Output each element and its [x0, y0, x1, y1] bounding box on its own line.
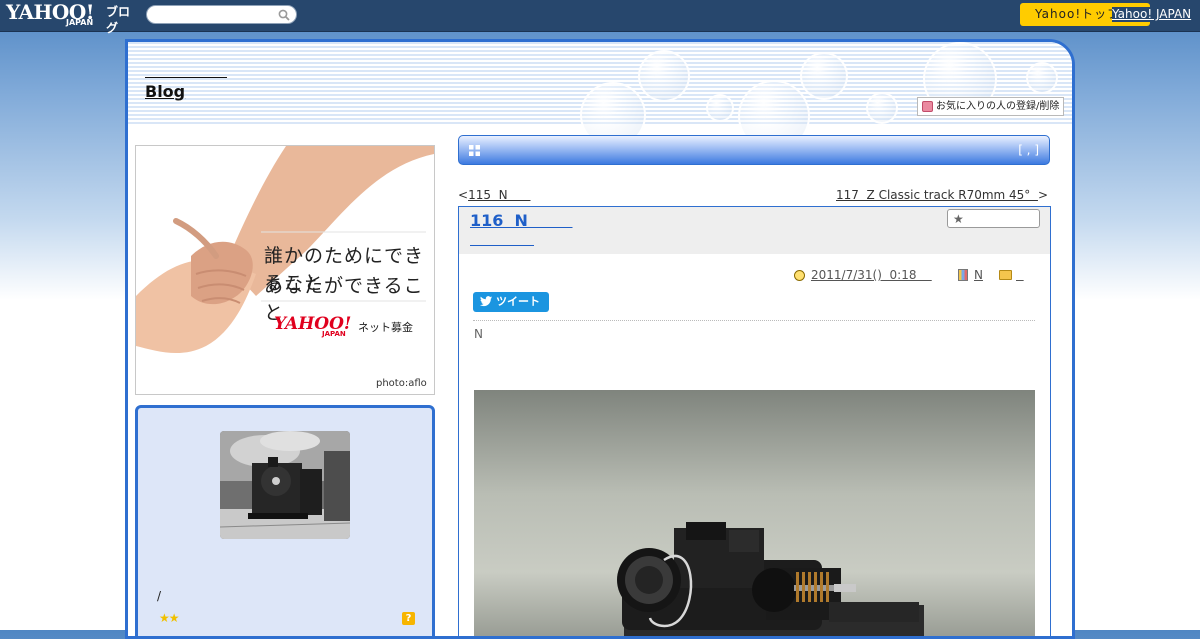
tweet-button[interactable]: ツイート	[473, 292, 549, 312]
article-title[interactable]: 116 N	[470, 210, 573, 232]
model-motor-photo[interactable]	[474, 390, 1035, 636]
prev-marker: <	[458, 188, 469, 202]
profile-text: /	[157, 589, 162, 603]
donation-ad-banner[interactable]: 誰かのためにできること あなたができること YAHOO! JAPAN ネット募金…	[135, 145, 435, 395]
bubble-decoration	[800, 52, 848, 100]
logo-japan: JAPAN	[66, 18, 94, 27]
search-icon[interactable]	[278, 9, 290, 21]
favorite-register-button[interactable]: お気に入りの人の登録/削除	[917, 97, 1064, 116]
logo-service-name: ブログ	[106, 5, 131, 35]
ad-photo-credit: photo:aflo	[376, 378, 427, 389]
yahoo-blog-logo[interactable]: YAHOO! JAPAN ブログ	[6, 1, 141, 35]
profile-star-rating: ★★	[159, 611, 179, 625]
prev-article-nav: <115 N	[458, 188, 530, 203]
tweet-label: ツイート	[496, 295, 540, 308]
article: 116 N ★ 2011/7/31() 0:18 N ツイート N	[458, 206, 1051, 636]
help-icon[interactable]: ?	[402, 612, 415, 625]
ad-yahoo-japan: JAPAN	[322, 330, 346, 338]
masthead: YAHOO! JAPAN ブログ Yahoo!トップ Yahoo! JAPAN	[0, 0, 1200, 35]
bubble-decoration	[1026, 62, 1058, 94]
blog-header: Blog お気に入りの人の登録/削除	[128, 42, 1072, 152]
separator	[473, 320, 1035, 321]
section-bar-links[interactable]: [ , ]	[1018, 143, 1039, 158]
folder-icon	[999, 270, 1012, 280]
folder-link[interactable]	[1016, 268, 1024, 282]
post-date-link[interactable]: 2011/7/31() 0:18	[811, 268, 932, 282]
article-header: 116 N ★	[459, 207, 1050, 254]
blog-title-rule	[145, 77, 227, 78]
profile-box: / ★★ ?	[135, 405, 435, 636]
article-body-text: N	[474, 327, 483, 341]
clock-icon	[794, 270, 805, 281]
article-meta: 2011/7/31() 0:18 N	[789, 268, 1039, 286]
twitter-bird-icon	[480, 296, 492, 307]
steam-locomotive-image	[220, 431, 350, 539]
next-marker: >	[1037, 188, 1048, 202]
favorite-icon	[922, 101, 933, 112]
star-icon: ★	[953, 212, 964, 226]
grid-icon	[469, 145, 480, 156]
profile-avatar[interactable]	[220, 431, 350, 539]
star-button[interactable]: ★	[947, 209, 1040, 228]
yahoo-japan-link[interactable]: Yahoo! JAPAN	[1112, 7, 1192, 22]
n-gauge-motor-image	[617, 522, 924, 636]
category-link[interactable]: N	[974, 268, 983, 282]
next-article-link[interactable]: 117 Z Classic track R70mm 45°	[836, 188, 1038, 202]
prev-article-link[interactable]: 115 N	[468, 188, 530, 202]
section-header-bar: [ , ]	[458, 135, 1050, 165]
favorite-button-label: お気に入りの人の登録/削除	[936, 101, 1060, 112]
bubble-decoration	[706, 94, 734, 122]
article-title-subrule	[470, 245, 534, 246]
bubble-decoration	[866, 92, 898, 124]
next-article-nav: 117 Z Classic track R70mm 45° >	[836, 188, 1048, 203]
ad-service-name: ネット募金	[358, 321, 413, 334]
blog-title[interactable]: Blog	[145, 82, 185, 102]
bubble-decoration	[638, 50, 690, 102]
category-icon	[958, 269, 968, 281]
search-input[interactable]	[146, 5, 297, 24]
blog-frame: Blog お気に入りの人の登録/削除 誰かのためにできること あなたができること…	[125, 39, 1075, 639]
